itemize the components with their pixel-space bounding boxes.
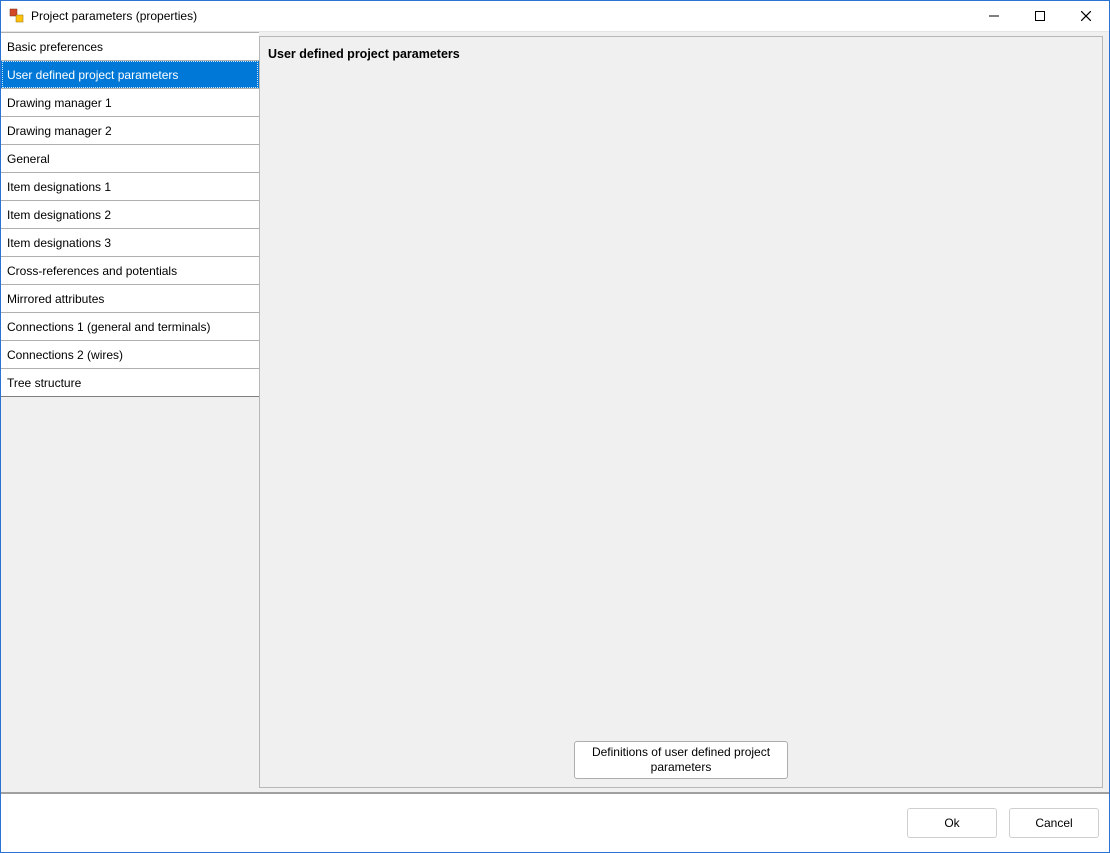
close-icon [1081,11,1091,21]
maximize-button[interactable] [1017,1,1063,31]
sidebar-item[interactable]: Connections 1 (general and terminals) [1,312,259,341]
sidebar-item[interactable]: Tree structure [1,368,259,397]
maximize-icon [1035,11,1045,21]
content-body: Definitions of user defined project para… [260,65,1102,787]
client-area: Basic preferencesUser defined project pa… [1,31,1109,852]
cancel-button[interactable]: Cancel [1009,808,1099,838]
sidebar-item[interactable]: Basic preferences [1,32,259,61]
dialog-window: Project parameters (properties) Basic pr… [0,0,1110,853]
sidebar: Basic preferencesUser defined project pa… [1,32,259,792]
sidebar-item[interactable]: Item designations 1 [1,172,259,201]
ok-button[interactable]: Ok [907,808,997,838]
sidebar-item[interactable]: Connections 2 (wires) [1,340,259,369]
sidebar-item[interactable]: Mirrored attributes [1,284,259,313]
minimize-icon [989,11,999,21]
sidebar-item[interactable]: Cross-references and potentials [1,256,259,285]
minimize-button[interactable] [971,1,1017,31]
close-button[interactable] [1063,1,1109,31]
window-title: Project parameters (properties) [31,9,971,23]
sidebar-item[interactable]: General [1,144,259,173]
body-area: Basic preferencesUser defined project pa… [1,31,1109,792]
dialog-footer: Ok Cancel [1,794,1109,852]
sidebar-item[interactable]: Drawing manager 2 [1,116,259,145]
definitions-button[interactable]: Definitions of user defined project para… [574,741,788,779]
content-panel: User defined project parameters Definiti… [259,36,1103,788]
sidebar-item[interactable]: Item designations 3 [1,228,259,257]
titlebar[interactable]: Project parameters (properties) [1,1,1109,31]
content-title: User defined project parameters [260,37,1102,65]
sidebar-item[interactable]: Drawing manager 1 [1,88,259,117]
window-controls [971,1,1109,31]
sidebar-item[interactable]: Item designations 2 [1,200,259,229]
app-icon [9,8,25,24]
sidebar-item[interactable]: User defined project parameters [1,60,259,89]
